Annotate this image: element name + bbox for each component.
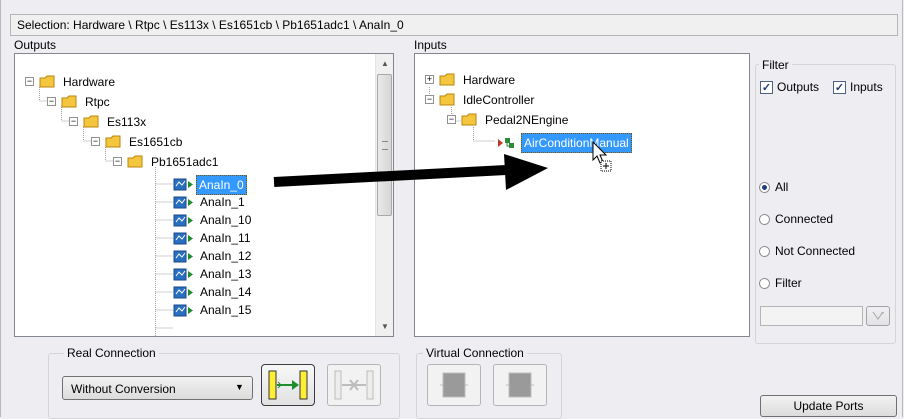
radio-dot [759, 277, 770, 289]
virtual-disconnect-icon [506, 372, 534, 398]
inputs-label: Inputs [414, 38, 447, 52]
virtual-connection-title: Virtual Connection [423, 346, 527, 360]
update-ports-button[interactable]: Update Ports [760, 395, 897, 417]
connect-button[interactable] [261, 364, 315, 406]
inputs-filter-checkbox[interactable]: ✓ Inputs [833, 80, 883, 94]
disconnect-icon [334, 370, 374, 400]
real-connection-title: Real Connection [64, 346, 159, 360]
radio-dot [759, 245, 770, 257]
expand-icon[interactable]: + [425, 75, 434, 84]
collapse-icon[interactable]: − [69, 117, 78, 126]
radio-connected[interactable]: Connected [759, 212, 833, 226]
filter-title: Filter [759, 58, 792, 72]
collapse-icon[interactable]: − [447, 115, 456, 124]
collapse-icon[interactable]: − [47, 97, 56, 106]
radio-all[interactable]: All [759, 180, 788, 194]
checkmark-icon: ✓ [760, 80, 773, 94]
disconnect-button[interactable] [327, 364, 381, 406]
selection-path: Selection: Hardware \ Rtpc \ Es113x \ Es… [10, 14, 898, 36]
filter-apply-icon [872, 311, 884, 320]
radio-dot [759, 213, 770, 225]
radio-filter[interactable]: Filter [759, 276, 802, 290]
checkmark-icon: ✓ [833, 80, 846, 94]
collapse-icon[interactable]: − [91, 137, 100, 146]
connect-icon [268, 370, 308, 400]
drag-arrow-icon [273, 154, 548, 190]
scroll-up-icon[interactable]: ▲ [377, 55, 393, 71]
filter-group [755, 64, 896, 344]
virtual-connect-icon [440, 372, 468, 398]
grip-icon [382, 141, 388, 150]
chevron-down-icon: ▼ [235, 382, 244, 392]
outputs-filter-checkbox[interactable]: ✓ Outputs [760, 80, 819, 94]
radio-dot [759, 181, 770, 193]
apply-filter-button[interactable] [866, 306, 890, 326]
conversion-dropdown-value: Without Conversion [71, 382, 176, 396]
virtual-connect-button[interactable] [427, 364, 481, 406]
outputs-label: Outputs [14, 38, 57, 52]
virtual-disconnect-button[interactable] [493, 364, 547, 406]
collapse-icon[interactable]: − [25, 77, 34, 86]
filter-text-input[interactable] [760, 306, 863, 326]
conversion-dropdown[interactable]: Without Conversion ▼ [62, 376, 253, 400]
scroll-down-icon[interactable]: ▼ [377, 318, 393, 334]
collapse-icon[interactable]: − [425, 95, 434, 104]
radio-not-connected[interactable]: Not Connected [759, 244, 855, 258]
collapse-icon[interactable]: − [113, 157, 122, 166]
